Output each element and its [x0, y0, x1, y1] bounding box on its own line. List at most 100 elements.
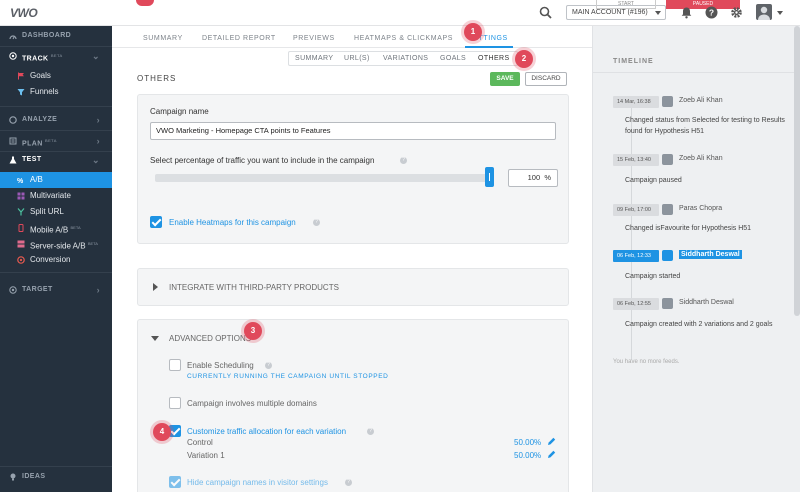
- sidebar-item-conversion[interactable]: Conversion: [0, 252, 112, 268]
- step-badge-3: 3: [244, 322, 262, 340]
- start-button[interactable]: START: [596, 0, 656, 9]
- sidebar-item-dashboard[interactable]: DASHBOARD: [0, 28, 112, 44]
- variation-value-1: 50.00%: [514, 451, 542, 460]
- campaign-name-input[interactable]: VWO Marketing - Homepage CTA points to F…: [150, 122, 556, 140]
- help-icon[interactable]: ?: [313, 219, 320, 226]
- sidebar: DASHBOARD TRACK BETA ⌄ Goals Funnels ANA…: [0, 26, 112, 492]
- avatar: [662, 96, 673, 107]
- beta-tag: BETA: [45, 138, 57, 143]
- timeline-text: Changed status from Selected for testing…: [625, 117, 785, 135]
- beta-tag: BETA: [70, 225, 81, 230]
- tab-summary[interactable]: SUMMARY: [143, 35, 183, 42]
- sidebar-item-funnels[interactable]: Funnels: [0, 84, 112, 100]
- subtab-others[interactable]: OTHERS: [478, 55, 510, 62]
- sidebar-label: Mobile A/B: [30, 225, 69, 235]
- discard-button[interactable]: DISCARD: [525, 72, 567, 86]
- save-button[interactable]: SAVE: [490, 72, 520, 86]
- gear-icon[interactable]: [730, 6, 743, 19]
- timeline-date: 14 Mar, 16:38: [613, 96, 659, 108]
- traffic-percent-input[interactable]: 100 %: [508, 169, 558, 187]
- timeline-date: 06 Feb, 12:33: [613, 250, 659, 262]
- subtab-summary[interactable]: SUMMARY: [295, 55, 333, 62]
- step-badge-1: 1: [464, 23, 482, 41]
- hide-names-checkbox[interactable]: [169, 476, 181, 488]
- help-icon[interactable]: ?: [367, 428, 374, 435]
- scrollbar[interactable]: [794, 26, 800, 316]
- help-icon[interactable]: ?: [705, 6, 718, 19]
- integrate-label: INTEGRATE WITH THIRD-PARTY PRODUCTS: [169, 283, 339, 292]
- tab-detailed-report[interactable]: DETAILED REPORT: [202, 35, 276, 42]
- edit-pencil-icon[interactable]: [547, 437, 556, 446]
- ab-icon: %: [17, 178, 24, 184]
- timeline-panel: TIMELINE 14 Mar, 16:38 Zoeb Ali Khan Cha…: [592, 26, 800, 492]
- sidebar-item-analyze[interactable]: ANALYZE ›: [0, 112, 112, 128]
- scheduling-note[interactable]: CURRENTLY RUNNING THE CAMPAIGN UNTIL STO…: [187, 373, 388, 380]
- step-badge-2: 2: [515, 50, 533, 68]
- timeline-author: Paras Chopra: [679, 205, 723, 212]
- subtab-variations[interactable]: VARIATIONS: [383, 55, 428, 62]
- sidebar-item-goals[interactable]: Goals: [0, 68, 112, 84]
- integrate-panel[interactable]: INTEGRATE WITH THIRD-PARTY PRODUCTS: [137, 268, 569, 306]
- sidebar-item-split-url[interactable]: Split URL: [0, 204, 112, 220]
- chevron-right-icon: ›: [96, 285, 100, 295]
- conversion-icon: [17, 256, 25, 264]
- sidebar-item-target[interactable]: TARGET ›: [0, 282, 112, 298]
- multi-domain-label: Campaign involves multiple domains: [187, 399, 317, 408]
- sidebar-item-mobile-ab[interactable]: Mobile A/B BETA: [0, 220, 112, 236]
- tab-previews[interactable]: PREVIEWS: [293, 35, 335, 42]
- sidebar-label: ANALYZE: [22, 116, 58, 123]
- help-icon[interactable]: ?: [345, 479, 352, 486]
- variation-name-control: Control: [187, 438, 213, 447]
- timeline-title: TIMELINE: [613, 58, 654, 65]
- sidebar-item-ab[interactable]: % A/B: [0, 172, 112, 188]
- sidebar-item-track[interactable]: TRACK BETA ⌄: [0, 48, 112, 64]
- traffic-unit: %: [544, 173, 551, 182]
- sidebar-label: IDEAS: [22, 473, 46, 480]
- vwo-logo[interactable]: VWO: [10, 6, 38, 20]
- sidebar-item-plan[interactable]: PLAN BETA ›: [0, 133, 112, 149]
- lightbulb-icon: [10, 473, 16, 481]
- scheduling-checkbox[interactable]: [169, 359, 181, 371]
- help-icon[interactable]: ?: [265, 362, 272, 369]
- heatmaps-checkbox[interactable]: [150, 216, 162, 228]
- chevron-right-icon: ›: [96, 136, 100, 146]
- bell-icon[interactable]: [680, 6, 693, 19]
- divider: [0, 466, 112, 467]
- divider: [0, 272, 112, 273]
- sidebar-item-ideas[interactable]: IDEAS: [0, 469, 112, 485]
- variation-name-1: Variation 1: [187, 451, 225, 460]
- advanced-options-label[interactable]: ADVANCED OPTIONS: [169, 334, 251, 343]
- sidebar-item-multivariate[interactable]: Multivariate: [0, 188, 112, 204]
- traffic-value: 100: [527, 173, 541, 182]
- campaign-name-label: Campaign name: [150, 107, 209, 116]
- user-menu-chevron-icon[interactable]: [777, 11, 783, 15]
- subtab-urls[interactable]: URL(S): [344, 55, 370, 62]
- chevron-down-icon[interactable]: [151, 336, 159, 341]
- sidebar-label: TEST: [22, 156, 42, 163]
- main-content: SUMMARY DETAILED REPORT PREVIEWS HEATMAP…: [112, 23, 592, 492]
- traffic-slider-handle[interactable]: [485, 167, 494, 187]
- sidebar-label: A/B: [30, 175, 43, 184]
- divider: [593, 72, 800, 73]
- search-icon[interactable]: [539, 6, 552, 19]
- tab-heatmaps-clickmaps[interactable]: HEATMAPS & CLICKMAPS: [354, 35, 453, 42]
- svg-text:%: %: [17, 178, 24, 184]
- sidebar-item-server-side-ab[interactable]: Server-side A/B BETA: [0, 236, 112, 252]
- traffic-slider-track[interactable]: [155, 174, 491, 182]
- step-badge-4: 4: [153, 423, 171, 441]
- chevron-down-icon: [655, 11, 661, 15]
- scheduling-label: Enable Scheduling: [187, 361, 254, 370]
- multivariate-icon: [17, 192, 25, 200]
- sidebar-label: TRACK: [22, 55, 49, 63]
- divider: [0, 46, 112, 47]
- help-icon[interactable]: ?: [400, 157, 407, 164]
- user-avatar-icon[interactable]: [756, 4, 772, 20]
- paused-button[interactable]: PAUSED: [666, 0, 740, 9]
- subtab-goals[interactable]: GOALS: [440, 55, 466, 62]
- edit-pencil-icon[interactable]: [547, 450, 556, 459]
- target-icon: [9, 286, 17, 294]
- avatar: [662, 154, 673, 165]
- timeline-text: Campaign started: [625, 273, 681, 280]
- sidebar-item-test[interactable]: TEST ⌄: [0, 152, 112, 168]
- multi-domain-checkbox[interactable]: [169, 397, 181, 409]
